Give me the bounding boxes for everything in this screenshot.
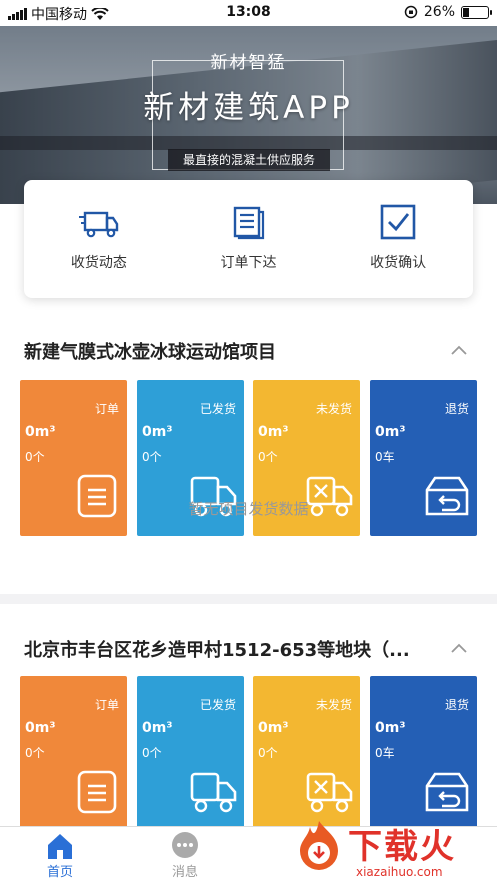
tile-volume: 0m³	[258, 720, 289, 736]
tab-home[interactable]: 首页	[30, 831, 90, 880]
fire-logo-icon	[300, 821, 338, 870]
battery-icon	[461, 5, 492, 19]
chevron-up-icon[interactable]	[451, 342, 467, 358]
tile-volume: 0m³	[142, 720, 173, 736]
project-name: 新建气膜式冰壶冰球运动馆项目	[24, 342, 276, 363]
tile-count: 0个	[25, 450, 45, 464]
tile-count: 0个	[25, 746, 45, 760]
truck-x-icon	[306, 772, 353, 813]
quick-action-label: 收货动态	[70, 255, 127, 271]
tab-label: 消息	[171, 865, 198, 880]
tile-label: 订单	[94, 698, 119, 712]
hero-banner: 新材智猛 新材建筑APP 最直接的混凝土供应服务	[0, 26, 497, 204]
truck-icon	[78, 211, 119, 238]
tile-label: 退货	[444, 402, 469, 416]
hero-subtitle: 最直接的混凝土供应服务	[168, 149, 330, 171]
quick-action-place-order[interactable]: 订单下达	[174, 180, 324, 298]
tile-label: 退货	[444, 698, 469, 712]
tile-volume: 0m³	[375, 424, 406, 440]
chevron-up-icon[interactable]	[451, 640, 467, 656]
checkbox-icon	[380, 204, 416, 240]
status-bar: 中国移动 13:08 26%	[0, 0, 497, 26]
tile-volume: 0m³	[142, 424, 173, 440]
tile-count: 0个	[142, 746, 162, 760]
tile-shipped[interactable]: 已发货 0m³ 0个	[137, 676, 244, 826]
tile-count: 0车	[375, 450, 395, 464]
rotation-lock-icon	[404, 5, 418, 19]
quick-action-label: 收货确认	[370, 255, 427, 271]
hero-title: 新材建筑APP	[143, 90, 354, 126]
tile-count: 0个	[142, 450, 162, 464]
tile-label: 已发货	[199, 698, 236, 712]
tile-label: 订单	[94, 402, 119, 416]
tile-count: 0车	[375, 746, 395, 760]
tile-label: 已发货	[199, 402, 236, 416]
tab-messages[interactable]: 消息	[155, 831, 215, 880]
tile-label: 未发货	[315, 698, 352, 712]
watermark: 下载火 xiazaihuo.com	[292, 815, 497, 883]
tile-volume: 0m³	[25, 720, 56, 736]
project-name: 北京市丰台区花乡造甲村1512-653等地块（...	[24, 640, 410, 661]
return-box-icon	[425, 772, 469, 812]
tile-volume: 0m³	[258, 424, 289, 440]
empty-note: 暂无项目发货数据	[188, 500, 309, 518]
document-icon	[77, 770, 117, 814]
tile-volume: 0m³	[25, 424, 56, 440]
tile-count: 0个	[258, 746, 278, 760]
home-icon	[48, 834, 72, 859]
watermark-text: 下载火	[348, 827, 456, 867]
message-icon	[172, 832, 198, 858]
tile-volume: 0m³	[375, 720, 406, 736]
tile-returns[interactable]: 退货 0m³ 0车	[370, 676, 477, 826]
order-list-icon	[233, 206, 264, 240]
quick-action-confirm-receipt[interactable]: 收货确认	[323, 180, 473, 298]
truck-icon	[190, 772, 237, 813]
quick-actions-card: 收货动态 订单下达 收货确认	[24, 180, 473, 298]
tile-order[interactable]: 订单 0m³ 0个	[20, 676, 127, 826]
tile-count: 0个	[258, 450, 278, 464]
hero-brand: 新材智猛	[210, 53, 287, 73]
tile-label: 未发货	[315, 402, 352, 416]
battery-percent: 26%	[423, 4, 455, 20]
watermark-url: xiazaihuo.com	[356, 865, 443, 879]
quick-action-label: 订单下达	[220, 255, 277, 271]
quick-action-delivery-status[interactable]: 收货动态	[24, 180, 174, 298]
project-card: 新建气膜式冰壶冰球运动馆项目 订单 0m³ 0个 已发货 0m³ 0个 未发货 …	[0, 324, 497, 594]
project-card: 北京市丰台区花乡造甲村1512-653等地块（... 订单 0m³ 0个 已发货…	[0, 604, 497, 826]
tile-not-shipped[interactable]: 未发货 0m³ 0个	[253, 676, 360, 826]
tab-label: 首页	[46, 865, 73, 880]
